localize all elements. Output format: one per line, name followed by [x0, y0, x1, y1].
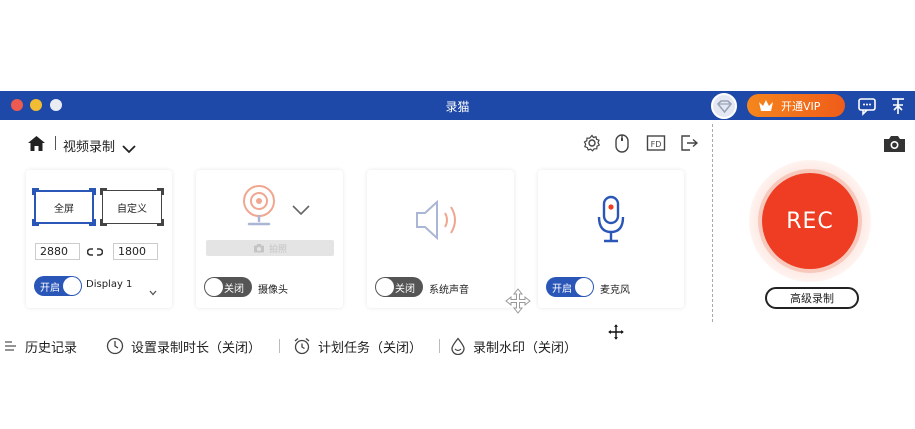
custom-area-label: 自定义 [117, 203, 147, 215]
watermark-label: 录制水印（关闭） [473, 340, 578, 356]
corner-mark [157, 188, 164, 195]
camera-card: 拍照 关闭 摄像头 [196, 170, 343, 308]
duration-button[interactable]: 设置录制时长（关闭） [106, 337, 262, 356]
camera-toggle-label: 关闭 [224, 283, 244, 295]
microphone-toggle-label: 开启 [552, 283, 572, 295]
full-screen-button[interactable]: 全屏 [34, 190, 94, 224]
system-audio-label: 系统声音 [429, 285, 469, 296]
history-button[interactable]: 历史记录 [4, 337, 78, 356]
camera-toggle[interactable]: 关闭 [204, 277, 252, 297]
webcam-icon [241, 184, 277, 232]
microphone-label: 麦克风 [600, 285, 630, 296]
microphone-toggle[interactable]: 开启 [546, 277, 594, 297]
corner-mark [89, 219, 96, 226]
bottom-divider [279, 339, 280, 353]
clock-icon [106, 337, 124, 355]
corner-mark [32, 188, 39, 195]
panel-divider [712, 124, 713, 322]
toggle-knob [63, 277, 81, 295]
camera-label: 摄像头 [258, 285, 288, 296]
move-cursor-icon [607, 323, 625, 345]
vip-label: 开通VIP [781, 99, 821, 113]
screen-toggle[interactable]: 开启 [34, 276, 82, 296]
corner-mark [100, 188, 107, 195]
full-screen-label: 全屏 [54, 203, 74, 215]
height-input[interactable]: 1800 [113, 243, 158, 260]
speaker-icon [415, 199, 467, 245]
chevron-down-icon[interactable] [122, 139, 136, 158]
toggle-knob [376, 278, 394, 296]
toggle-knob [575, 278, 593, 296]
header-divider [55, 136, 56, 150]
custom-area-button[interactable]: 自定义 [102, 190, 162, 224]
mouse-icon[interactable] [614, 134, 630, 157]
toggle-knob [205, 278, 223, 296]
corner-mark [100, 219, 107, 226]
crown-icon [759, 100, 773, 111]
chevron-down-icon[interactable] [292, 201, 310, 220]
screenshot-icon[interactable] [883, 134, 906, 157]
home-icon[interactable] [27, 135, 46, 156]
move-cursor-icon [505, 288, 531, 318]
display-select[interactable]: Display 1 [86, 279, 132, 290]
schedule-button[interactable]: 计划任务（关闭） [293, 337, 423, 356]
list-icon [5, 341, 16, 351]
width-input[interactable]: 2880 [35, 243, 80, 260]
microphone-icon [596, 195, 626, 249]
vip-button[interactable]: 开通VIP [747, 94, 845, 117]
duration-label: 设置录制时长（关闭） [131, 340, 262, 356]
microphone-card: 开启 麦克风 [538, 170, 684, 308]
fullscreen-icon[interactable]: FD [646, 134, 666, 156]
diamond-icon[interactable] [711, 93, 737, 119]
rec-halo: REC [749, 160, 871, 282]
camera-icon [253, 244, 264, 253]
watermark-button[interactable]: 录制水印（关闭） [450, 337, 578, 356]
water-drop-icon [451, 337, 465, 355]
link-icon[interactable] [86, 246, 104, 261]
bottom-divider [439, 339, 440, 353]
system-audio-toggle[interactable]: 关闭 [375, 277, 423, 297]
system-audio-toggle-label: 关闭 [395, 283, 415, 295]
title-bar: 录猫 开通VIP [0, 91, 915, 120]
message-icon[interactable] [857, 96, 877, 116]
system-audio-card: 关闭 系统声音 [367, 170, 514, 308]
screen-card: 全屏 自定义 2880 1800 开启 Display 1 [26, 170, 172, 308]
corner-mark [32, 219, 39, 226]
advanced-record-button[interactable]: 高级录制 [765, 287, 859, 309]
svg-text:FD: FD [651, 140, 662, 149]
corner-mark [89, 188, 96, 195]
record-button[interactable]: REC [762, 173, 858, 269]
settings-icon[interactable] [583, 134, 601, 156]
history-label: 历史记录 [25, 340, 78, 356]
pin-icon[interactable] [888, 96, 908, 116]
schedule-label: 计划任务（关闭） [318, 340, 423, 356]
mode-selector[interactable]: 视频录制 [63, 136, 115, 155]
chevron-down-icon[interactable] [149, 281, 157, 300]
snapshot-label: 拍照 [268, 244, 287, 255]
alarm-icon [294, 338, 310, 355]
exit-icon[interactable] [679, 134, 699, 156]
snapshot-button[interactable]: 拍照 [206, 240, 334, 256]
screen-toggle-label: 开启 [40, 282, 60, 294]
corner-mark [157, 219, 164, 226]
